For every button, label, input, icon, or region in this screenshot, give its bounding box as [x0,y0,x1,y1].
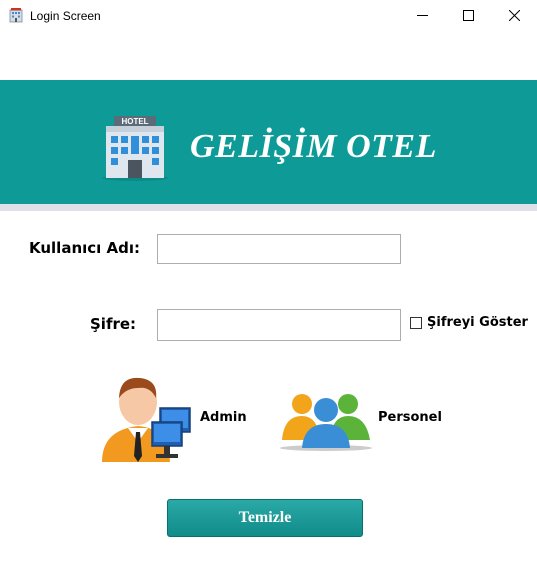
close-icon [508,10,520,21]
maximize-icon [462,10,474,21]
maximize-button[interactable] [445,0,491,31]
admin-label[interactable]: Admin [200,410,247,425]
hotel-building-icon: HOTEL [102,116,168,181]
show-password-checkbox[interactable]: Şifreyi Göster [410,315,528,330]
personel-label[interactable]: Personel [378,410,442,425]
hotel-icon [9,8,23,23]
hotel-sign-text: HOTEL [121,117,148,126]
hotel-name: GELİŞİM OTEL [190,128,437,165]
login-window: Login Screen HOTEL GELİŞİM OTEL Kullanıc… [0,0,537,575]
checkbox-box[interactable] [410,316,422,329]
admin-user-icon[interactable] [98,372,196,464]
banner-divider [0,204,537,211]
close-button[interactable] [491,0,537,31]
title-bar: Login Screen [0,0,537,31]
minimize-button[interactable] [399,0,445,31]
clear-button[interactable]: Temizle [167,499,363,537]
staff-group-icon[interactable] [278,388,374,452]
username-label: Kullanıcı Adı: [29,239,141,257]
password-label: Şifre: [90,315,137,333]
username-input[interactable] [157,234,401,264]
show-password-label: Şifreyi Göster [427,315,528,330]
password-input[interactable] [157,309,401,341]
window-title: Login Screen [30,9,101,23]
minimize-icon [416,15,428,16]
